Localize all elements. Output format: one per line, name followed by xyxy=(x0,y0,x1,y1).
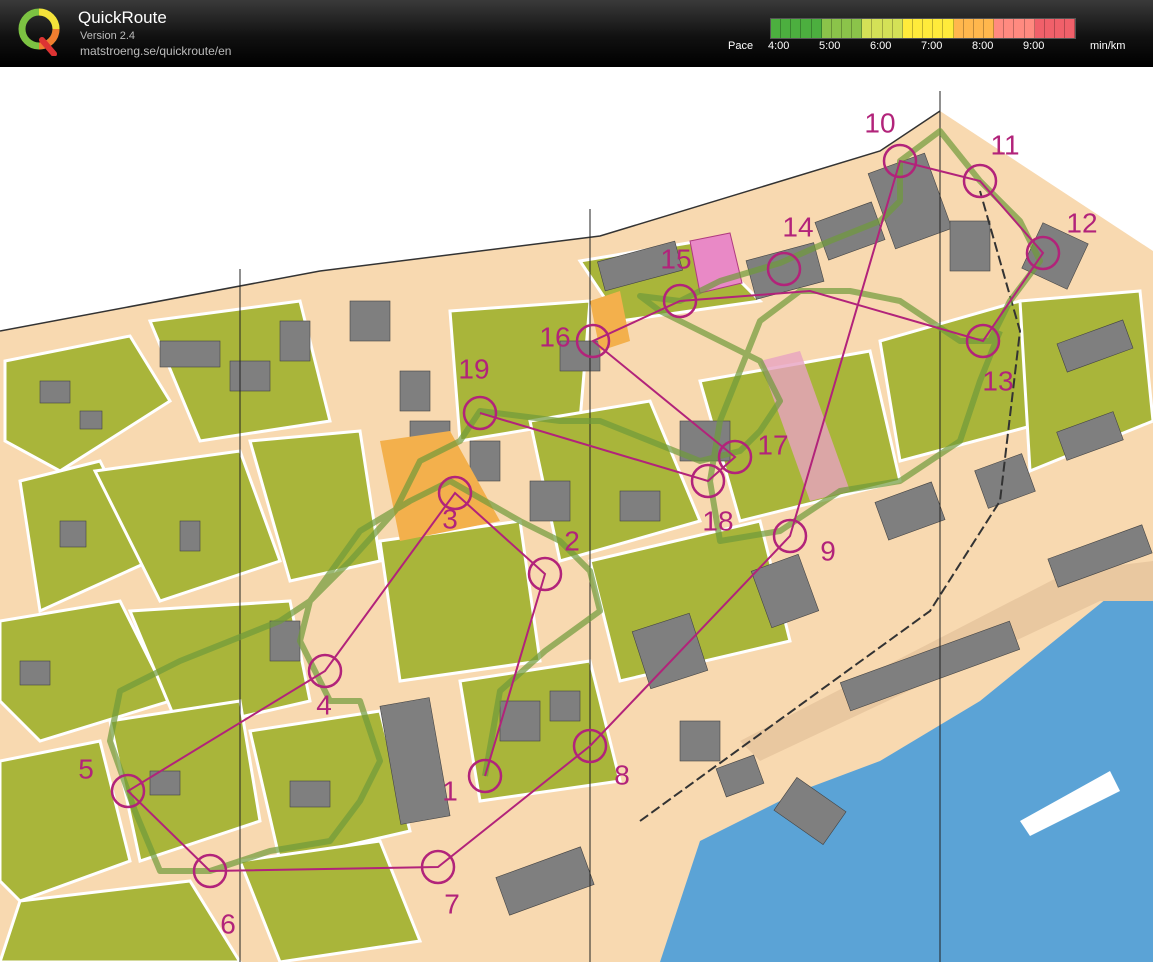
pace-scale-cell xyxy=(1065,19,1076,38)
pace-scale-cell xyxy=(902,19,913,38)
pace-tick: 5:00 xyxy=(819,40,841,52)
pace-scale-cell xyxy=(862,19,873,38)
control-number: 14 xyxy=(782,211,813,242)
control-number: 8 xyxy=(614,759,630,790)
pace-scale-cell xyxy=(841,19,853,38)
pace-label: Pace xyxy=(728,40,754,52)
control-number: 10 xyxy=(864,107,895,138)
pace-scale-cell xyxy=(1034,19,1045,38)
pace-scale-cell xyxy=(831,19,842,38)
pace-scale-cell xyxy=(882,19,893,38)
control-number: 12 xyxy=(1066,207,1097,238)
pace-scale-cell xyxy=(852,19,863,38)
pace-tick: 7:00 xyxy=(921,40,943,52)
control-number: 19 xyxy=(458,353,489,384)
control-number: 18 xyxy=(702,505,733,536)
control-number: 4 xyxy=(316,689,332,720)
control-number: 16 xyxy=(539,321,570,352)
pace-scale-cell xyxy=(983,19,995,38)
pace-scale-cell xyxy=(963,19,974,38)
pace-scale-cell xyxy=(872,19,883,38)
pace-tick: 9:00 xyxy=(1023,40,1045,52)
pace-scale-cell xyxy=(1044,19,1055,38)
pace-scale-cell xyxy=(771,19,782,38)
app-title: QuickRoute xyxy=(78,8,167,27)
pace-scale-cell xyxy=(912,19,924,38)
control-number: 15 xyxy=(660,243,691,274)
orienteering-map[interactable]: 1 2 3 4 5 6 7 8 9 10 11 12 13 14 15 16 17 18 19 xyxy=(0,66,1153,962)
pace-tick: 4:00 xyxy=(768,40,790,52)
app-version: Version 2.4 xyxy=(80,30,136,42)
pace-scale-cell xyxy=(923,19,934,38)
pace-scale-cell xyxy=(821,19,832,38)
quickroute-logo-icon xyxy=(18,8,60,56)
control-number: 3 xyxy=(442,503,458,534)
app-url[interactable]: matstroeng.se/quickroute/en xyxy=(80,44,231,58)
pace-scale-cell xyxy=(781,19,792,38)
control-number: 13 xyxy=(982,365,1013,396)
pace-scale-cell xyxy=(1014,19,1025,38)
pace-scale-cell xyxy=(1024,19,1035,38)
control-number: 9 xyxy=(820,535,836,566)
control-number: 5 xyxy=(78,753,94,784)
pace-tick: 8:00 xyxy=(972,40,994,52)
pace-scale-cell xyxy=(973,19,984,38)
pace-color-scale xyxy=(770,18,1076,39)
app-header: QuickRoute Version 2.4 matstroeng.se/qui… xyxy=(0,0,1153,67)
pace-scale-cell xyxy=(953,19,964,38)
pace-unit: min/km xyxy=(1090,40,1126,52)
control-number: 11 xyxy=(990,129,1019,160)
control-number: 17 xyxy=(757,429,788,460)
control-number: 1 xyxy=(442,775,458,806)
pace-scale-cell xyxy=(943,19,954,38)
pace-scale-cell xyxy=(994,19,1005,38)
control-number: 7 xyxy=(444,888,460,919)
pace-scale-cell xyxy=(1054,19,1066,38)
pace-tick: 6:00 xyxy=(870,40,892,52)
pace-scale-cell xyxy=(811,19,822,38)
pace-scale-cell xyxy=(892,19,903,38)
pace-scale-cell xyxy=(791,19,802,38)
control-number: 2 xyxy=(564,525,580,556)
map-canvas[interactable]: 12345678910111213141516171819 xyxy=(0,67,1153,962)
control-number: 6 xyxy=(220,908,236,939)
pace-scale-cell xyxy=(801,19,812,38)
pace-scale-cell xyxy=(1004,19,1015,38)
pace-scale-cell xyxy=(933,19,944,38)
